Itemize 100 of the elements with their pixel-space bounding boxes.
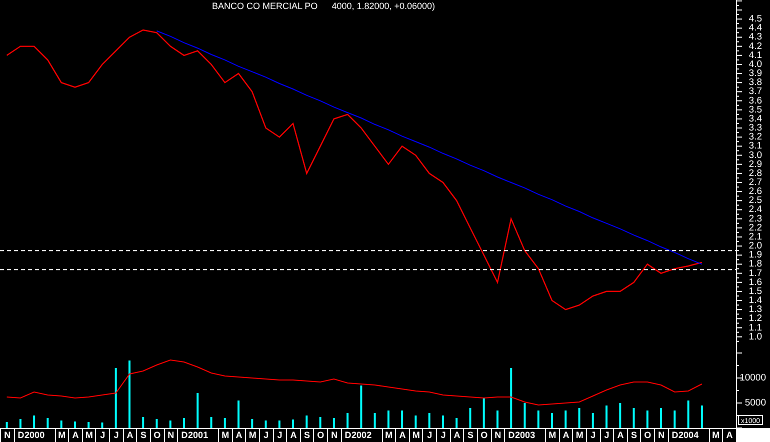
axis-label: M [54, 429, 68, 442]
volume-bar [251, 419, 254, 428]
axis-label: A [395, 429, 409, 442]
axis-label: 2001 [190, 429, 210, 442]
volume-bar [60, 420, 62, 428]
axis-label: 2.1 [748, 231, 762, 242]
axis-label: A [286, 429, 300, 442]
axis-label: M [408, 429, 422, 442]
volume-bar [606, 406, 608, 428]
volume-bar [619, 403, 622, 428]
axis-label: O [476, 429, 490, 442]
chart-title: BANCO CO MERCIAL PO [212, 1, 318, 11]
volume-bar [496, 410, 498, 428]
axis-label: 3.5 [748, 104, 762, 116]
axis-label: 3.0 [748, 150, 762, 161]
volume-bar [196, 393, 199, 428]
volume-bar [264, 420, 267, 428]
axis-label: 3.9 [748, 68, 762, 80]
volume-bar [564, 410, 567, 428]
axis-label: 2.5 [748, 195, 762, 206]
axis-label: 3.7 [748, 86, 762, 98]
axis-label: 1.3 [748, 304, 762, 316]
axis-label: 5000 [744, 398, 766, 408]
volume-bar [88, 422, 90, 428]
volume-bar [524, 403, 526, 428]
axis-label: 3.3 [748, 122, 762, 134]
volume-bar [456, 418, 458, 428]
axis-label: 2.8 [748, 168, 762, 179]
axis-label: 2004 [681, 429, 700, 442]
volume-bar [387, 410, 390, 428]
axis-label: N [164, 429, 178, 442]
axis-label: S [463, 429, 477, 442]
axis-label: J [600, 429, 614, 442]
axis-label: A [122, 429, 136, 442]
axis-label: N [0, 429, 14, 442]
volume-bar [510, 368, 512, 428]
axis-label: 2.3 [748, 213, 762, 224]
volume-bar [101, 422, 104, 428]
axis-label: 2002 [354, 429, 373, 442]
volume-bar [210, 417, 212, 428]
axis-label: 2003 [518, 429, 536, 442]
axis-label: J [436, 429, 450, 442]
axis-label: 2000 [27, 429, 46, 442]
axis-label: 4.5 [748, 14, 762, 25]
axis-label: J [422, 429, 436, 442]
volume-bar [632, 408, 635, 428]
volume-bar [292, 420, 294, 428]
axis-label: 2.0 [748, 240, 762, 252]
axis-label: J [258, 429, 272, 442]
axis-label: M [572, 429, 586, 442]
axis-label: O [313, 429, 327, 442]
axis-label: M [545, 429, 559, 442]
volume-bar [469, 408, 472, 428]
volume-bar [687, 400, 690, 428]
axis-label: A [68, 429, 82, 442]
axis-label: O [640, 429, 654, 442]
axis-label: M [708, 429, 722, 442]
axis-label: N [490, 429, 504, 442]
volume-bar [401, 410, 404, 428]
volume-bar [142, 417, 144, 428]
axis-label: M [82, 429, 96, 442]
volume-bar [278, 420, 280, 428]
axis-label: 3.1 [748, 140, 762, 152]
volume-bar [238, 400, 240, 428]
axis-label: J [95, 429, 109, 442]
axis-label: N [654, 429, 668, 442]
volume-bar [360, 386, 362, 428]
axis-label: 4.1 [748, 50, 762, 61]
volume-bar [46, 418, 49, 428]
volume-bar [646, 410, 648, 428]
axis-label: 3.4 [748, 113, 762, 124]
axis-label: S [626, 429, 640, 442]
axis-label: S [300, 429, 314, 442]
axis-label: 1.5 [748, 286, 762, 297]
axis-label: J [586, 429, 600, 442]
axis-label: 3.6 [748, 95, 762, 106]
axis-label: 3.2 [748, 132, 762, 143]
axis-label: 2.2 [748, 222, 762, 234]
axis-label: 1.4 [748, 295, 762, 306]
volume-bar [537, 410, 540, 428]
axis-label: 4.4 [748, 22, 762, 34]
volume-bar [346, 413, 349, 428]
volume-bar [482, 398, 485, 428]
axis-label: M [382, 429, 396, 442]
axis-label: 4.2 [748, 40, 762, 52]
axis-label: 1.6 [748, 276, 762, 288]
axis-label: 1.7 [748, 268, 762, 279]
axis-label: 1.8 [748, 258, 762, 270]
volume-bar [592, 413, 594, 428]
axis-label: J [109, 429, 123, 442]
volume-bar [414, 416, 417, 428]
volume-bar [19, 419, 22, 428]
axis-label: O [150, 429, 164, 442]
axis-label: M [218, 429, 232, 442]
axis-label: 1.2 [748, 313, 762, 324]
volume-bar [169, 420, 172, 428]
axis-label: 3.8 [748, 77, 762, 88]
volume-bar [319, 417, 322, 428]
axis-label: 2.9 [748, 158, 762, 170]
axis-label: 4.0 [748, 58, 762, 70]
